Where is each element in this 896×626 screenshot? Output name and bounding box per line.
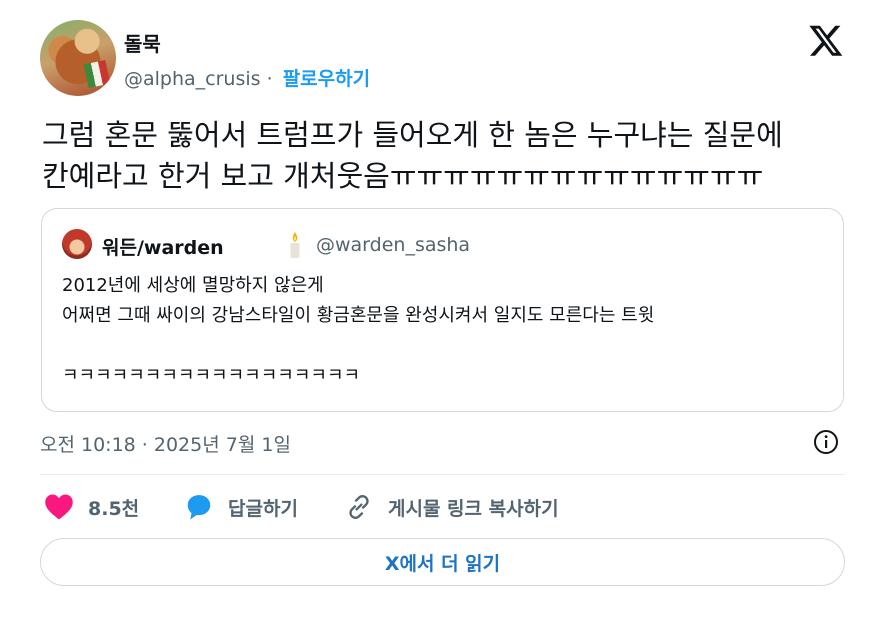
reply-label: 답글하기 (228, 497, 298, 520)
speech-bubble-icon (187, 495, 211, 520)
copy-link-button[interactable]: 게시물 링크 복사하기 (344, 490, 559, 524)
quoted-tweet-text: 2012년에 세상에 멸망하지 않은게 어쩌면 그때 싸이의 강남스타일이 황금… (62, 271, 832, 391)
handle-separator: · (266, 68, 273, 90)
follow-button[interactable]: 팔로우하기 (283, 68, 370, 90)
quoted-author-handle: @warden_sasha (316, 234, 471, 256)
read-more-button[interactable]: X에서 더 읽기 (40, 538, 845, 586)
link-icon (349, 495, 369, 519)
tweet-timestamp[interactable]: 오전 10:18 · 2025년 7월 1일 (40, 430, 291, 457)
x-logo-icon[interactable] (808, 22, 844, 58)
reply-button[interactable]: 답글하기 (184, 490, 298, 524)
divider (40, 474, 845, 475)
author-handle-row: @alpha_crusis · 팔로우하기 (124, 64, 370, 91)
quoted-tweet-card[interactable]: 워든/warden @warden_sasha 2012년에 세상에 멸망하지 … (41, 208, 844, 412)
author-display-name[interactable]: 돌묵 (124, 28, 161, 57)
author-avatar[interactable] (40, 20, 116, 96)
copy-link-label: 게시물 링크 복사하기 (388, 497, 559, 520)
candle-icon (290, 232, 300, 258)
like-button[interactable]: 8.5천 (44, 490, 139, 524)
quoted-text-line: ㅋㅋㅋㅋㅋㅋㅋㅋㅋㅋㅋㅋㅋㅋㅋㅋㅋㅋ (62, 365, 361, 386)
heart-icon (45, 494, 73, 520)
quoted-text-line (62, 331, 832, 361)
info-icon[interactable] (813, 429, 839, 455)
tweet-text: 그럼 혼문 뚫어서 트럼프가 들어오게 한 놈은 누구냐는 질문에 칸예라고 한… (42, 115, 862, 197)
quoted-author-name: 워든/warden (102, 237, 224, 259)
quoted-text-line: 2012년에 세상에 멸망하지 않은게 (62, 275, 324, 296)
author-handle[interactable]: @alpha_crusis (124, 68, 261, 90)
tweet-text-line: 칸예라고 한거 보고 개처웃음ㅠㅠㅠㅠㅠㅠㅠㅠㅠㅠㅠㅠㅠㅠ (42, 159, 764, 193)
tweet-text-line: 그럼 혼문 뚫어서 트럼프가 들어오게 한 놈은 누구냐는 질문에 (42, 118, 783, 152)
quoted-text-line: 어쩌면 그때 싸이의 강남스타일이 황금혼문을 완성시켜서 일지도 모른다는 트… (62, 305, 655, 326)
avatar-flag (83, 59, 111, 89)
like-count: 8.5천 (88, 497, 140, 520)
quoted-author-avatar (62, 229, 92, 259)
